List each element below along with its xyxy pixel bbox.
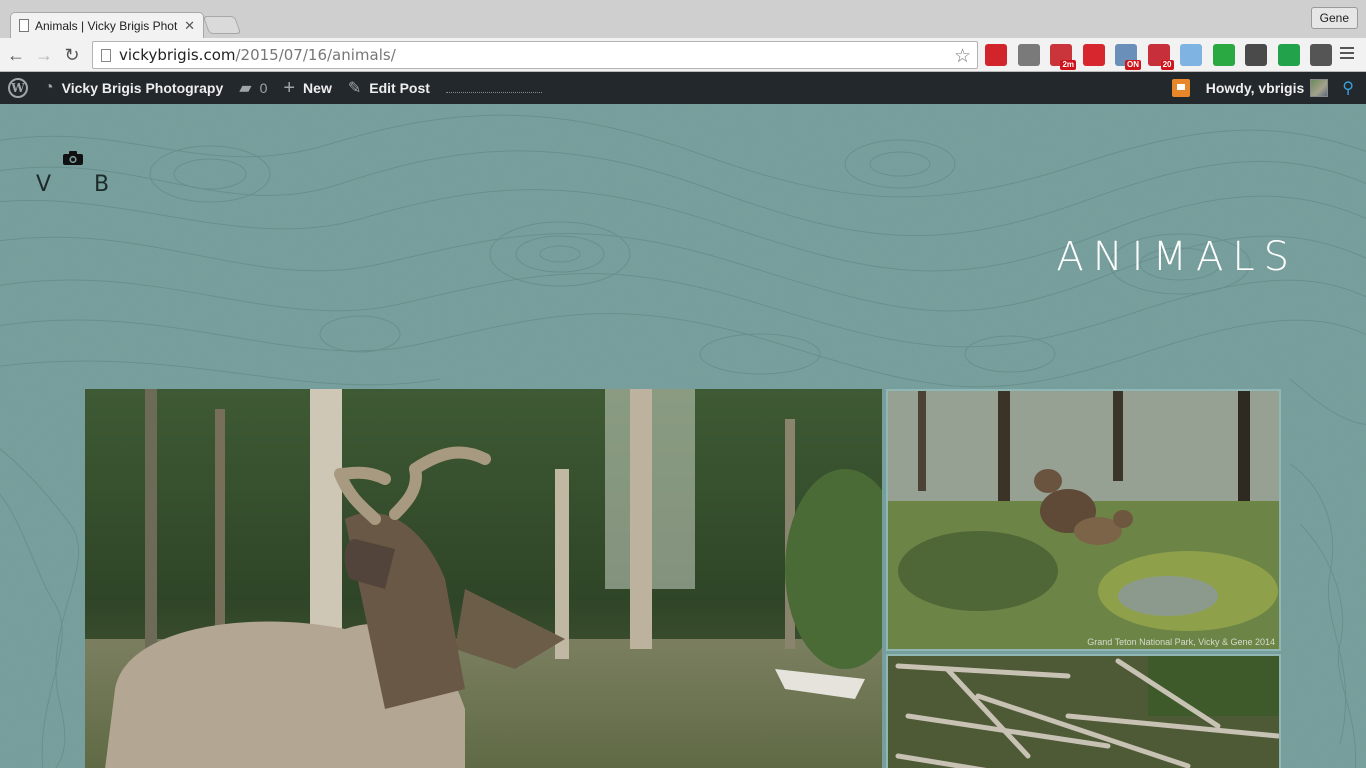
pocket-ext-icon[interactable]	[1017, 44, 1040, 66]
address-bar[interactable]: vickybrigis.com/2015/07/16/animals/ ☆	[92, 41, 978, 69]
logs-photo	[888, 656, 1279, 768]
browser-tab[interactable]: Animals | Vicky Brigis Phot ✕	[10, 12, 204, 38]
page-title: ANIMALS	[1056, 234, 1298, 280]
profile-button[interactable]: Gene	[1310, 7, 1358, 29]
site-name: Vicky Brigis Photograpy	[61, 80, 224, 96]
howdy-user[interactable]: Howdy, vbrigis	[1206, 80, 1305, 96]
sunburst-ext-icon[interactable]	[985, 44, 1007, 66]
bears-photo	[888, 391, 1279, 649]
edit-post-link[interactable]: ✎ Edit Post	[340, 72, 438, 104]
new-label: New	[303, 80, 332, 96]
dashboard-icon: ◔	[44, 79, 54, 96]
forward-arrow-icon[interactable]: →	[32, 43, 56, 67]
h-ext-icon[interactable]	[1310, 44, 1332, 66]
avatar[interactable]	[1310, 79, 1329, 97]
new-tab-button[interactable]	[202, 16, 242, 34]
page-icon	[101, 48, 111, 62]
logo-letter-b: B	[94, 172, 110, 197]
wp-logo-menu[interactable]: W	[0, 72, 36, 104]
search-icon[interactable]: ⚲	[1342, 78, 1354, 98]
url-text: vickybrigis.com/2015/07/16/animals/	[119, 46, 396, 64]
gallery-image-logs[interactable]	[886, 654, 1281, 768]
admin-bar-right: Howdy, vbrigis ⚲	[1171, 72, 1366, 104]
plus-icon: +	[283, 76, 296, 99]
admin-bar-divider	[445, 83, 542, 93]
document-icon	[19, 19, 29, 32]
asterisk-ext-icon[interactable]	[1082, 44, 1105, 66]
lastpass-ext-icon[interactable]: 20	[1147, 44, 1174, 70]
comments-count: 0	[259, 80, 268, 96]
chrome-menu-icon[interactable]	[1340, 47, 1354, 62]
browser-toolbar: ← → ↻ vickybrigis.com/2015/07/16/animals…	[0, 38, 1366, 72]
reload-icon[interactable]: ↻	[60, 43, 84, 67]
extension-badge: ON	[1125, 60, 1141, 70]
site-name-menu[interactable]: ◔ Vicky Brigis Photograpy	[36, 72, 231, 104]
wp-admin-bar: W ◔ Vicky Brigis Photograpy ▰ 0 + New ✎ …	[0, 72, 1366, 104]
wordpress-logo-icon: W	[8, 78, 28, 98]
browser-tabstrip: Animals | Vicky Brigis Phot ✕ Gene	[0, 0, 1366, 38]
logo-letter-v: V	[36, 172, 52, 197]
pencil-icon: ✎	[347, 80, 362, 97]
url-domain: vickybrigis.com	[119, 46, 236, 64]
camera-ext-icon[interactable]	[1180, 44, 1202, 66]
extension-badge: 20	[1160, 60, 1174, 70]
page-content: V B ANIMALS Grand Teton National Park, V…	[0, 104, 1366, 768]
elk-photo	[85, 389, 882, 768]
circle-d-ext-icon[interactable]	[1277, 44, 1300, 66]
sync-ext-icon[interactable]	[1245, 44, 1267, 66]
quote-ext-icon[interactable]	[1212, 44, 1235, 66]
edit-post-label: Edit Post	[369, 80, 430, 96]
new-content-menu[interactable]: + New	[275, 72, 339, 104]
camera-logo-icon	[63, 151, 83, 165]
url-path: /2015/07/16/animals/	[235, 46, 396, 64]
gallery-image-elk[interactable]	[85, 389, 882, 768]
close-tab-icon[interactable]: ✕	[184, 18, 195, 34]
extension-badge: 2m	[1060, 60, 1076, 70]
tab-title: Animals | Vicky Brigis Phot	[35, 18, 178, 33]
photo-caption: Grand Teton National Park, Vicky & Gene …	[1087, 637, 1275, 647]
cloud-ext-icon[interactable]: ON	[1115, 44, 1141, 70]
comments-menu[interactable]: ▰ 0	[231, 72, 275, 104]
timer-ext-icon[interactable]: 2m	[1050, 44, 1076, 70]
notification-icon[interactable]	[1171, 79, 1190, 97]
comment-bubble-icon: ▰	[239, 80, 252, 97]
gallery-image-bears[interactable]: Grand Teton National Park, Vicky & Gene …	[886, 389, 1281, 651]
bookmark-star-icon[interactable]: ☆	[954, 45, 971, 68]
back-arrow-icon[interactable]: ←	[4, 43, 28, 67]
